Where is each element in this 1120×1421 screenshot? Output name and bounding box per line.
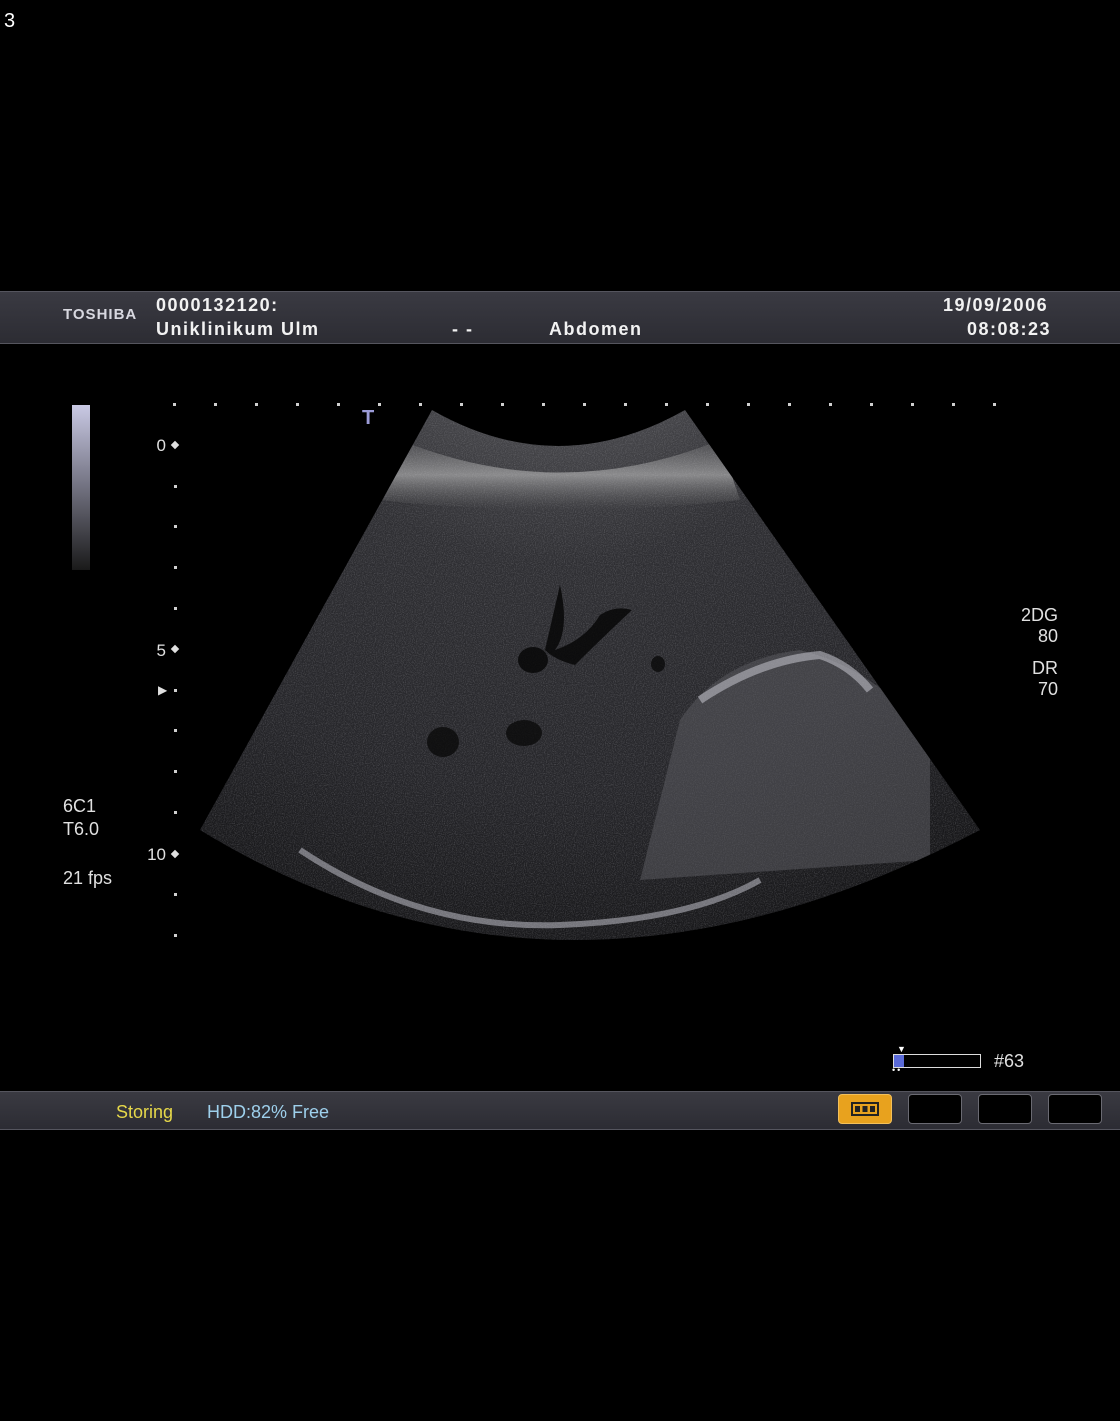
- depth-label-5: 5: [156, 641, 166, 660]
- depth-tick: [174, 934, 177, 937]
- depth-tick: [174, 525, 177, 528]
- depth-tick: [174, 770, 177, 773]
- footer-button-2[interactable]: [908, 1094, 962, 1124]
- gain-value: 80: [1037, 626, 1058, 646]
- depth-tick: [174, 566, 177, 569]
- focus-marker-icon: ▶: [158, 683, 168, 697]
- depth-label-10: 10: [147, 845, 166, 864]
- depth-tick: [174, 729, 177, 732]
- transducer-orientation-marker: T: [362, 407, 375, 429]
- film-strip-button[interactable]: [838, 1094, 892, 1124]
- frame-rate: 21 fps: [63, 868, 113, 888]
- footer-button-4[interactable]: [1048, 1094, 1102, 1124]
- footer-button-3[interactable]: [978, 1094, 1032, 1124]
- probe-frequency: T6.0: [63, 819, 100, 839]
- depth-tick: [174, 607, 177, 610]
- cine-marker-icon: ▼: [897, 1044, 906, 1054]
- storing-status: Storing: [116, 1102, 174, 1122]
- grayscale-bar: [72, 405, 90, 570]
- probe-name: 6C1: [63, 796, 97, 816]
- cine-progress-bar[interactable]: [893, 1054, 981, 1068]
- frame-number: #63: [994, 1051, 1025, 1071]
- dynamic-range-label: DR: [1032, 658, 1058, 678]
- depth-tick: [174, 689, 177, 692]
- top-marker-line: [173, 403, 996, 406]
- depth-tick: [174, 485, 177, 488]
- gain-label: 2DG: [1020, 605, 1058, 625]
- disk-status: HDD:82% Free: [207, 1102, 330, 1122]
- depth-label-0: 0: [156, 436, 166, 455]
- depth-tick: [174, 893, 177, 896]
- film-strip-icon: [851, 1102, 879, 1116]
- depth-tick: [174, 811, 177, 814]
- cine-handle-icon: ••: [892, 1065, 903, 1075]
- dynamic-range-value: 70: [1037, 679, 1058, 699]
